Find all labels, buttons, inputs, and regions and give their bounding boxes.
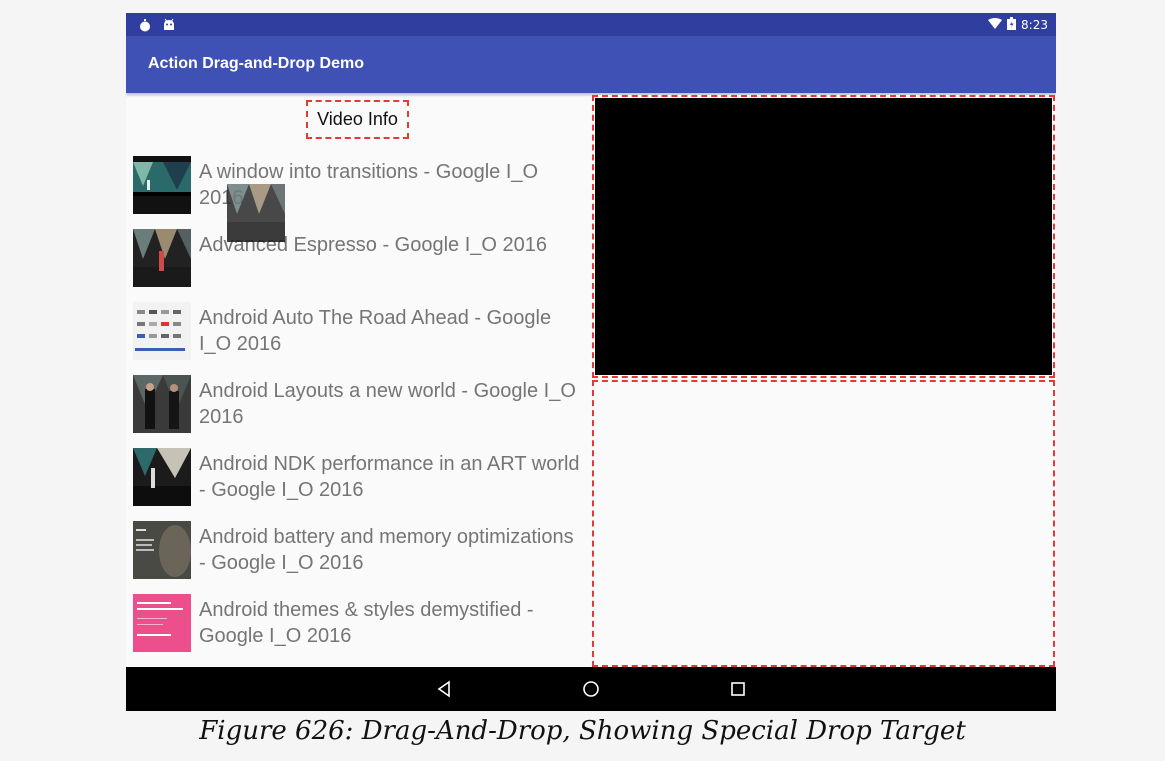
- video-surface[interactable]: [595, 98, 1052, 375]
- video-thumbnail[interactable]: [133, 229, 191, 287]
- app-title: Action Drag-and-Drop Demo: [148, 55, 364, 72]
- status-time: 8:23: [1021, 18, 1048, 32]
- list-item[interactable]: Android battery and memory optimizations…: [133, 521, 588, 594]
- back-icon[interactable]: [433, 678, 455, 700]
- list-item[interactable]: Advanced Espresso - Google I_O 2016: [133, 229, 588, 302]
- android-icon: [162, 17, 176, 36]
- video-player-drop-target[interactable]: [592, 95, 1055, 378]
- wifi-icon: [988, 17, 1003, 33]
- list-item[interactable]: Android Layouts a new world - Google I_O…: [133, 375, 588, 448]
- video-info-drop-target[interactable]: Video Info: [306, 100, 409, 139]
- home-icon[interactable]: [580, 678, 602, 700]
- video-thumbnail[interactable]: [133, 156, 191, 214]
- list-item[interactable]: Android themes & styles demystified - Go…: [133, 594, 588, 667]
- video-info-label: Video Info: [317, 109, 398, 129]
- video-thumbnail[interactable]: [133, 448, 191, 506]
- video-thumbnail[interactable]: [133, 302, 191, 360]
- video-info-pane[interactable]: [592, 380, 1055, 667]
- notification-icon: [138, 17, 152, 36]
- video-list-pane: Video Info A window into transitions - G…: [126, 93, 591, 667]
- video-thumbnail[interactable]: [133, 594, 191, 652]
- status-bar: 8:23: [126, 13, 1056, 36]
- app-toolbar: Action Drag-and-Drop Demo: [126, 36, 1056, 93]
- battery-icon: [1007, 17, 1017, 33]
- video-title: Android Layouts a new world - Google I_O…: [199, 380, 576, 428]
- drag-shadow-thumbnail[interactable]: [227, 184, 285, 242]
- list-item[interactable]: A window into transitions - Google I_O 2…: [133, 156, 588, 229]
- video-title: Android themes & styles demystified - Go…: [199, 599, 534, 647]
- navigation-bar: [126, 667, 1056, 711]
- device-screen: 8:23 Action Drag-and-Drop Demo Video Inf…: [126, 13, 1056, 711]
- list-item[interactable]: Android Auto The Road Ahead - Google I_O…: [133, 302, 588, 375]
- video-list[interactable]: A window into transitions - Google I_O 2…: [133, 156, 588, 667]
- video-title: Android NDK performance in an ART world …: [199, 453, 580, 501]
- video-title: Android Auto The Road Ahead - Google I_O…: [199, 307, 552, 355]
- recents-icon[interactable]: [727, 678, 749, 700]
- video-thumbnail[interactable]: [133, 521, 191, 579]
- video-title: Android battery and memory optimizations…: [199, 526, 574, 574]
- content-area: Video Info A window into transitions - G…: [126, 93, 1056, 667]
- video-thumbnail[interactable]: [133, 375, 191, 433]
- list-item[interactable]: Android NDK performance in an ART world …: [133, 448, 588, 521]
- figure-caption: Figure 626: Drag-And-Drop, Showing Speci…: [199, 716, 966, 746]
